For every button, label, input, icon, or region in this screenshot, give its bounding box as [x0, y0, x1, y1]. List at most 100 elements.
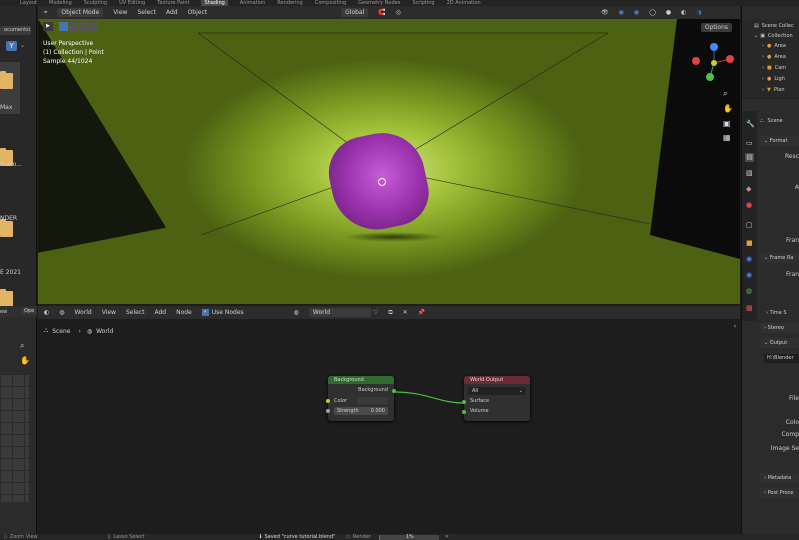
viewport-3d[interactable]: User Perspective (1) Collection | Point … — [38, 19, 740, 304]
zoom-icon[interactable]: ⌕ — [723, 89, 727, 99]
outliner-item[interactable]: › ● Ligh — [762, 76, 785, 82]
outliner-item[interactable]: › ● Area — [762, 43, 786, 49]
select-mode-icon[interactable] — [69, 22, 78, 31]
shading-solid-icon[interactable]: ● — [666, 9, 671, 16]
format-panel-header[interactable]: ⌄ Format — [760, 136, 799, 146]
output-panel-header[interactable]: ⌄ Output — [760, 338, 799, 348]
zoom-icon[interactable]: ⌕ — [20, 341, 24, 351]
scene-tab-icon[interactable]: ◆ — [746, 185, 751, 193]
outliner-item[interactable]: › ■ Cam — [762, 65, 786, 71]
strength-input-socket[interactable] — [326, 409, 330, 413]
hand-icon[interactable]: ✋ — [20, 356, 30, 365]
mode-dropdown[interactable]: Object Mode — [57, 8, 104, 17]
shading-wire-icon[interactable]: ◯ — [649, 9, 656, 16]
view-label[interactable]: ew — [0, 309, 7, 315]
fake-user-icon[interactable]: ♡ — [373, 309, 378, 316]
overlay-icon[interactable]: ● — [634, 9, 639, 16]
strength-field[interactable]: Strength 0.000 — [334, 407, 388, 415]
menu-select[interactable]: Select — [126, 309, 145, 316]
file-browser-panel: ocuments\ Y ⌄ Max d sho... NDER E 2021 — [0, 6, 37, 369]
camera-icon[interactable]: ▣ — [723, 119, 731, 128]
tool-tab-icon[interactable]: 🔧 — [746, 120, 755, 128]
proportional-icon[interactable]: ◎ — [396, 9, 401, 16]
gizmo-icon[interactable]: ● — [619, 9, 624, 16]
shading-material-icon[interactable]: ◐ — [681, 9, 686, 16]
world-shader-icon[interactable]: ◍ — [59, 309, 64, 316]
menu-node[interactable]: Node — [176, 309, 192, 316]
navigation-gizmo[interactable] — [690, 39, 738, 87]
chevron-right-icon[interactable]: › — [762, 87, 764, 93]
chevron-right-icon[interactable]: › — [762, 54, 764, 60]
output-path-field[interactable]: H:\Blender — [764, 354, 799, 363]
chevron-down-icon[interactable]: ⌄ — [20, 42, 25, 49]
select-mode-icon[interactable] — [79, 22, 88, 31]
menu-add[interactable]: Add — [166, 9, 178, 16]
node-editor[interactable]: ⛬ Scene › ◍ World Background Background … — [38, 319, 740, 532]
path-field[interactable]: ocuments\ — [0, 26, 31, 35]
menu-select[interactable]: Select — [137, 9, 156, 16]
collection-tab-icon[interactable]: ▢ — [746, 221, 753, 229]
target-dropdown[interactable]: All ⌄ — [468, 387, 526, 395]
unlink-icon[interactable]: ✕ — [403, 309, 408, 316]
outliner-item[interactable]: › ▼ Plan — [762, 87, 785, 93]
hand-icon[interactable]: ✋ — [723, 104, 733, 113]
outliner-root[interactable]: ▤ Scene Collec — [754, 23, 794, 29]
sidebar-toggle-icon[interactable]: ‹ — [734, 323, 736, 330]
folder-icon[interactable] — [0, 289, 13, 307]
chevron-right-icon[interactable]: › — [762, 43, 764, 49]
chevron-right-icon[interactable]: › — [762, 76, 764, 82]
snap-icon[interactable]: 🧲 — [378, 9, 385, 16]
world-icon[interactable]: ◍ — [294, 309, 299, 316]
constraint-tab-icon[interactable]: ◉ — [746, 271, 752, 279]
open-button[interactable]: Ope — [22, 308, 37, 314]
post-processing-header[interactable]: › Post Proce — [760, 488, 799, 498]
metadata-header[interactable]: › Metadata — [760, 473, 799, 483]
menu-add[interactable]: Add — [154, 309, 166, 316]
color-label: Colo — [785, 419, 799, 426]
chevron-right-icon[interactable]: › — [762, 65, 764, 71]
cancel-render-icon[interactable]: ✕ — [445, 534, 449, 540]
grid-icon[interactable]: ▦ — [723, 133, 731, 142]
object-tab-icon[interactable]: ■ — [746, 239, 753, 247]
background-node[interactable]: Background Background Color Strength 0.0… — [326, 376, 396, 421]
menu-view[interactable]: View — [113, 9, 127, 16]
physics-tab-icon[interactable]: ◉ — [746, 255, 752, 263]
editor-type-icon[interactable]: ◐ — [44, 309, 49, 316]
folder-icon[interactable] — [0, 71, 13, 89]
frame-range-panel-header[interactable]: ⌄ Frame Ra — [760, 253, 799, 263]
select-box-icon[interactable] — [59, 22, 68, 31]
orientation-dropdown[interactable]: Global — [341, 8, 369, 17]
visibility-icon[interactable]: 👁 — [601, 9, 609, 16]
filter-icon[interactable]: Y — [6, 41, 17, 51]
menu-view[interactable]: View — [102, 309, 116, 316]
menu-object[interactable]: Object — [188, 9, 208, 16]
background-output-socket[interactable] — [392, 389, 396, 393]
use-nodes-checkbox[interactable]: ✓ — [201, 309, 209, 316]
stereo-header[interactable]: › Stereo — [760, 323, 799, 333]
editor-type-icon[interactable]: ⌖ — [44, 9, 47, 17]
duplicate-icon[interactable]: ⧉ — [388, 309, 392, 317]
surface-input-socket[interactable] — [462, 400, 466, 404]
chevron-down-icon[interactable]: ⌄ — [754, 33, 758, 39]
play-icon[interactable]: ▶ — [43, 22, 53, 31]
shader-type-dropdown[interactable]: World — [75, 309, 92, 316]
material-tab-icon[interactable]: ▩ — [746, 304, 753, 312]
world-tab-icon[interactable]: ● — [746, 201, 752, 209]
outliner-item[interactable]: › ● Area — [762, 54, 786, 60]
world-output-node[interactable]: World Output All ⌄ Surface Volume — [462, 376, 530, 421]
render-tab-icon[interactable]: ▭ — [746, 139, 753, 147]
folder-icon[interactable] — [0, 219, 13, 237]
pin-icon[interactable]: 📌 — [418, 309, 425, 316]
color-swatch[interactable] — [357, 397, 388, 404]
volume-input-socket[interactable] — [462, 410, 466, 414]
view-layer-tab-icon[interactable]: ▧ — [746, 169, 753, 177]
color-input-socket[interactable] — [326, 399, 330, 403]
shading-rendered-icon[interactable]: ◑ — [696, 9, 701, 16]
options-dropdown[interactable]: Options — [700, 23, 732, 32]
data-tab-icon[interactable]: ◍ — [746, 287, 752, 295]
select-mode-icon[interactable] — [89, 22, 98, 31]
world-name-field[interactable]: World — [308, 308, 371, 317]
output-tab-icon[interactable]: ▤ — [745, 153, 754, 162]
time-stretch-header[interactable]: › Time S — [766, 310, 787, 316]
outliner-collection[interactable]: ⌄ ▣ Collection — [754, 33, 793, 39]
